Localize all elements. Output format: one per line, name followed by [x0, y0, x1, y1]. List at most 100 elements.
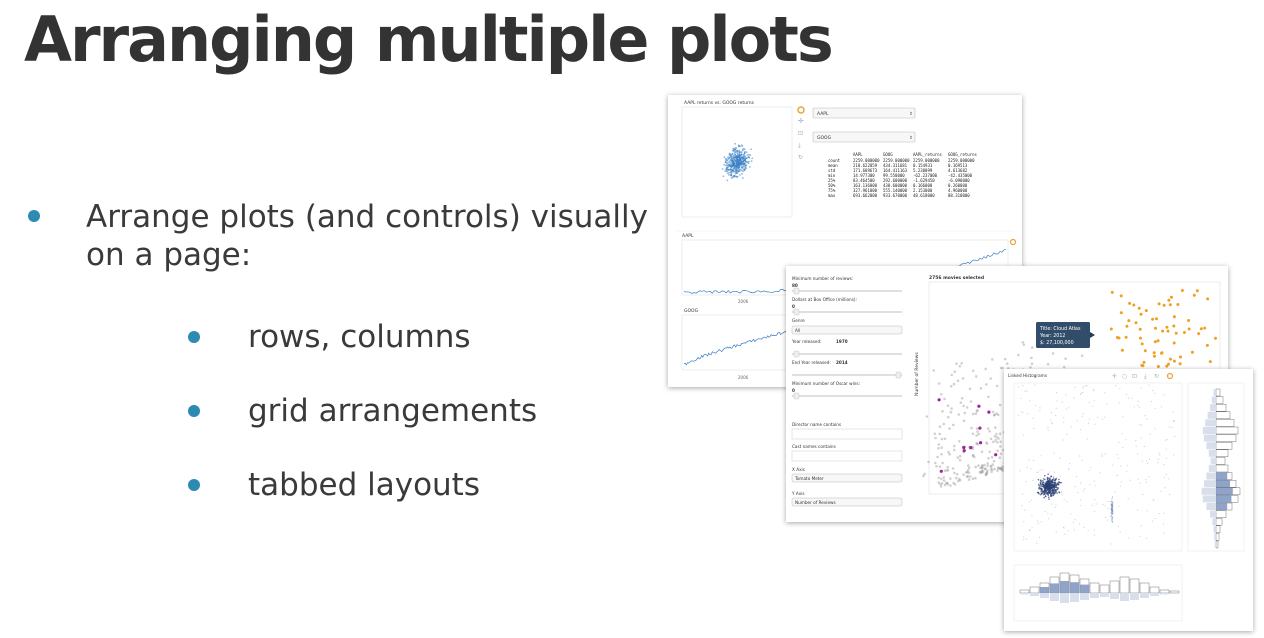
hist-point-bg [1070, 513, 1072, 515]
hist-point-bg [1080, 392, 1082, 394]
scatter-title: AAPL returns vs. GOOG returns [684, 100, 755, 106]
hist-point-bg [1151, 520, 1154, 522]
hist-point [1053, 482, 1055, 484]
hist-point-bg [1067, 530, 1069, 532]
movie-point [932, 369, 935, 372]
hist-point-bg [1059, 475, 1061, 477]
svg-text:$: 27,100,000: $: 27,100,000 [1040, 340, 1074, 346]
hist-point-bg [1159, 454, 1161, 456]
hist-point-bg [1025, 538, 1027, 540]
movie-point-highlight [1144, 309, 1148, 313]
hist-point-bg [1074, 519, 1076, 521]
hist-point [1051, 478, 1054, 481]
hist-point [1049, 482, 1051, 485]
scatter-point [728, 163, 731, 166]
scatter-point [749, 166, 751, 168]
hist-point-bg [1127, 498, 1129, 500]
movie-point-oscar [962, 449, 966, 453]
vhist-bar [1215, 510, 1227, 518]
stats-header-cell: GOOG_returns [948, 152, 977, 157]
hist-point-bg [1153, 499, 1155, 501]
hist-point-bg [1047, 426, 1049, 429]
movie-point [962, 473, 965, 476]
hist-point-bg [1141, 460, 1143, 462]
hist-point-bg [1032, 417, 1034, 419]
scatter-point [741, 166, 744, 169]
hhist-bar-selected [1050, 583, 1059, 593]
movie-point [996, 441, 999, 444]
hist-point-bg [1139, 482, 1141, 484]
stats-header-cell: GOOG [883, 152, 893, 157]
movie-point [958, 440, 961, 443]
movie-point [958, 364, 962, 368]
movie-point [956, 379, 960, 383]
movie-point-oscar [994, 453, 998, 457]
hhist-bar-selected [1070, 582, 1079, 593]
hist-point-bg [1035, 404, 1037, 407]
movie-point [942, 476, 946, 479]
scatter-point [733, 175, 736, 178]
hist-point [1048, 498, 1050, 500]
sub-bullet-text: tabbed layouts [248, 467, 480, 503]
hist-point-bg [1088, 401, 1090, 404]
movie-point [995, 432, 998, 436]
movie-point [980, 465, 984, 468]
hist-point-bg [1039, 410, 1041, 412]
hist-point-bg [1093, 480, 1095, 482]
hist-point-bg [1154, 428, 1156, 430]
vhist-bar [1215, 419, 1235, 427]
hist-point [1041, 492, 1043, 495]
hist-point-bg [1033, 460, 1035, 462]
scatter-point [734, 148, 736, 151]
movie-point [967, 464, 970, 467]
movie-point [937, 382, 941, 385]
hist-point-bg [1105, 516, 1107, 518]
hist-point-bg [1117, 525, 1119, 527]
hist-point-bg [1063, 416, 1065, 418]
hist-point [1051, 484, 1053, 486]
scatter-point [729, 161, 732, 164]
movie-point [1005, 362, 1009, 365]
movie-point [958, 458, 962, 462]
hist-point [1042, 485, 1045, 488]
hist-point-bg [1055, 531, 1057, 533]
hhist-bar-selected [1060, 581, 1069, 593]
hist-point-bg [1050, 503, 1052, 505]
hhist-bar-selected [1080, 584, 1089, 593]
axis-select-label: X Axis [792, 467, 805, 472]
hist-point [1049, 484, 1052, 487]
movie-point [947, 450, 950, 454]
hist-point-bg [1073, 397, 1075, 399]
text-input-label: Director name contains [792, 422, 841, 427]
movie-point [968, 387, 972, 391]
movie-point [941, 461, 944, 465]
hist-point [1051, 493, 1053, 495]
sub-bullet-text: rows, columns [248, 319, 471, 355]
text-input [791, 428, 903, 440]
hist-point-bg [1079, 393, 1082, 395]
movie-point [980, 450, 984, 453]
movie-point-highlight [1152, 351, 1156, 355]
hist-point [1042, 480, 1044, 482]
hist-point-bg [1039, 536, 1041, 538]
movie-point [927, 460, 930, 464]
movie-point [955, 476, 958, 480]
vhist-bar [1215, 533, 1220, 541]
hist-point-bg [1097, 416, 1099, 418]
svg-text:⊡: ⊡ [1132, 373, 1137, 380]
hist-point-bg [1163, 532, 1165, 534]
movie-point [968, 475, 972, 478]
vhist-bar [1215, 396, 1224, 404]
hist-point-bg [1050, 419, 1052, 421]
genre-select [791, 325, 903, 335]
movie-point [938, 425, 942, 428]
hist-point-bg [1112, 502, 1114, 504]
movie-point-highlight [1140, 363, 1144, 367]
movie-point-highlight [1109, 327, 1113, 331]
hhist-bar-mirror [1130, 593, 1139, 600]
vhist-bar-mirror [1208, 449, 1216, 457]
scatter-point [740, 169, 743, 172]
movie-point [985, 383, 988, 386]
scatter-point [735, 147, 737, 149]
hist-point [1050, 475, 1053, 478]
